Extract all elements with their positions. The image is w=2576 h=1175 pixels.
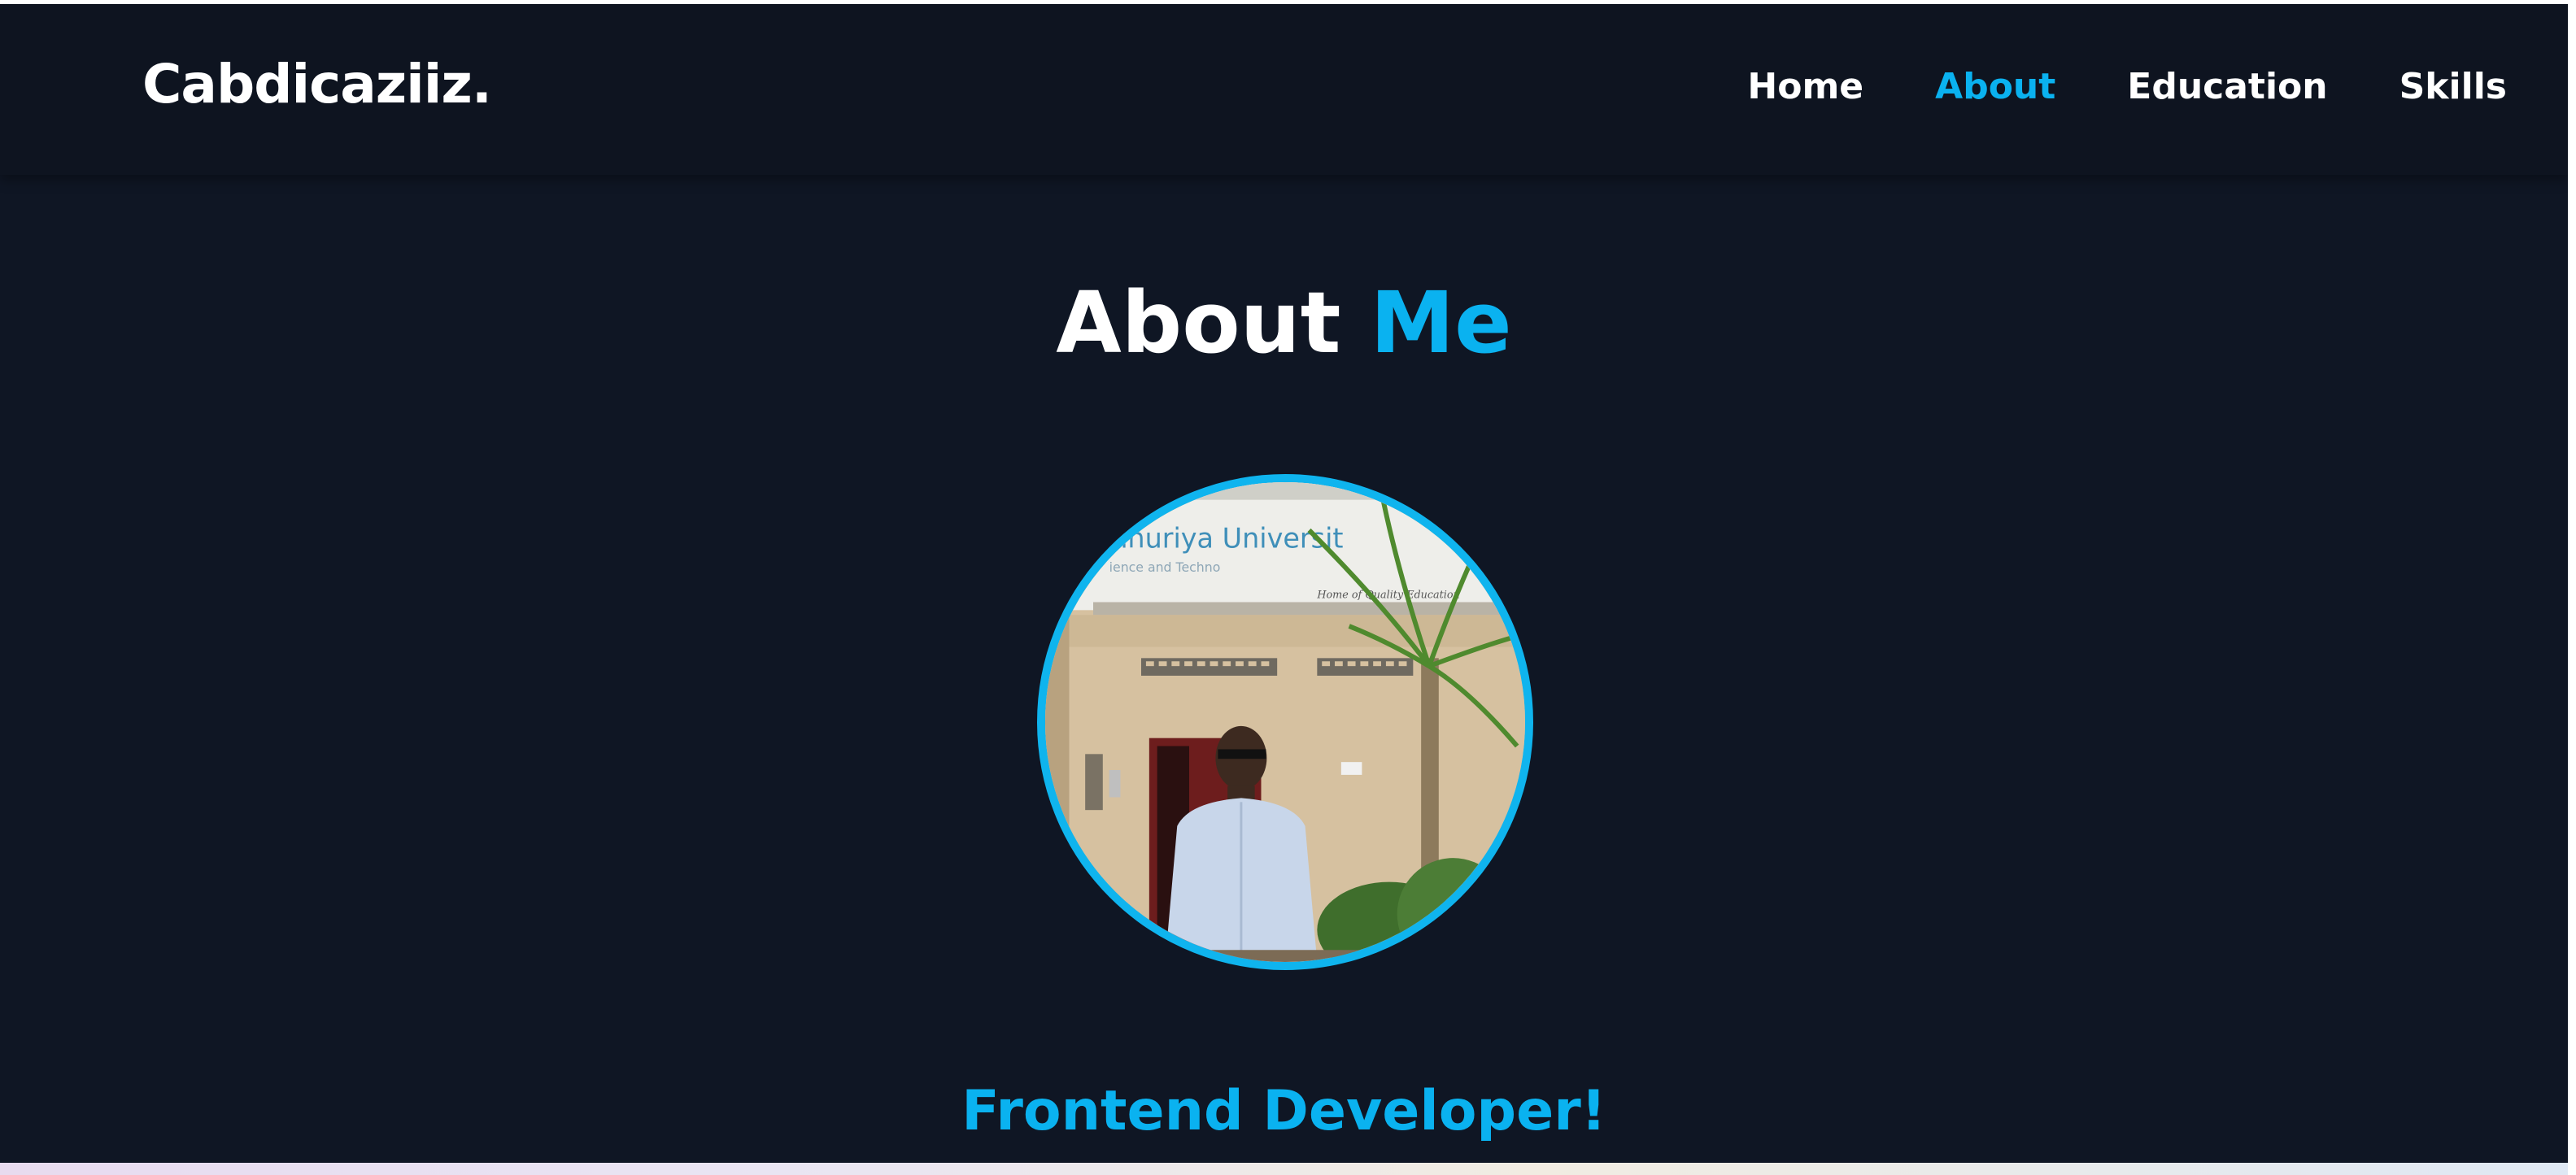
svg-text:mhuriya Universit: mhuriya Universit [1101,523,1344,555]
role-title: Frontend Developer! [961,1079,1606,1143]
svg-text:ience and Techno: ience and Techno [1109,559,1221,575]
profile-photo: mhuriya Universit ience and Techno Home … [1037,474,1533,970]
nav-menu: Home About Education Skills [1747,69,2507,105]
heading-accent: Me [1370,273,1512,372]
profile-photo-illustration: mhuriya Universit ience and Techno Home … [1045,482,1525,962]
section-heading: About Me [0,276,2568,369]
heading-main: About [1056,273,1341,372]
page: Cabdicaziiz. Home About Education Skills… [0,0,2576,1175]
nav-link-education[interactable]: Education [2127,69,2327,105]
site-logo[interactable]: Cabdicaziiz. [142,58,492,111]
page-bottom-edge [0,1163,2568,1175]
nav-link-about[interactable]: About [1935,69,2055,105]
navbar: Cabdicaziiz. Home About Education Skills [0,4,2568,175]
nav-link-skills[interactable]: Skills [2399,69,2507,105]
svg-text:Home of Quality Education: Home of Quality Education [1316,590,1459,602]
app-frame: Cabdicaziiz. Home About Education Skills… [0,4,2568,1167]
nav-link-home[interactable]: Home [1747,69,1863,105]
